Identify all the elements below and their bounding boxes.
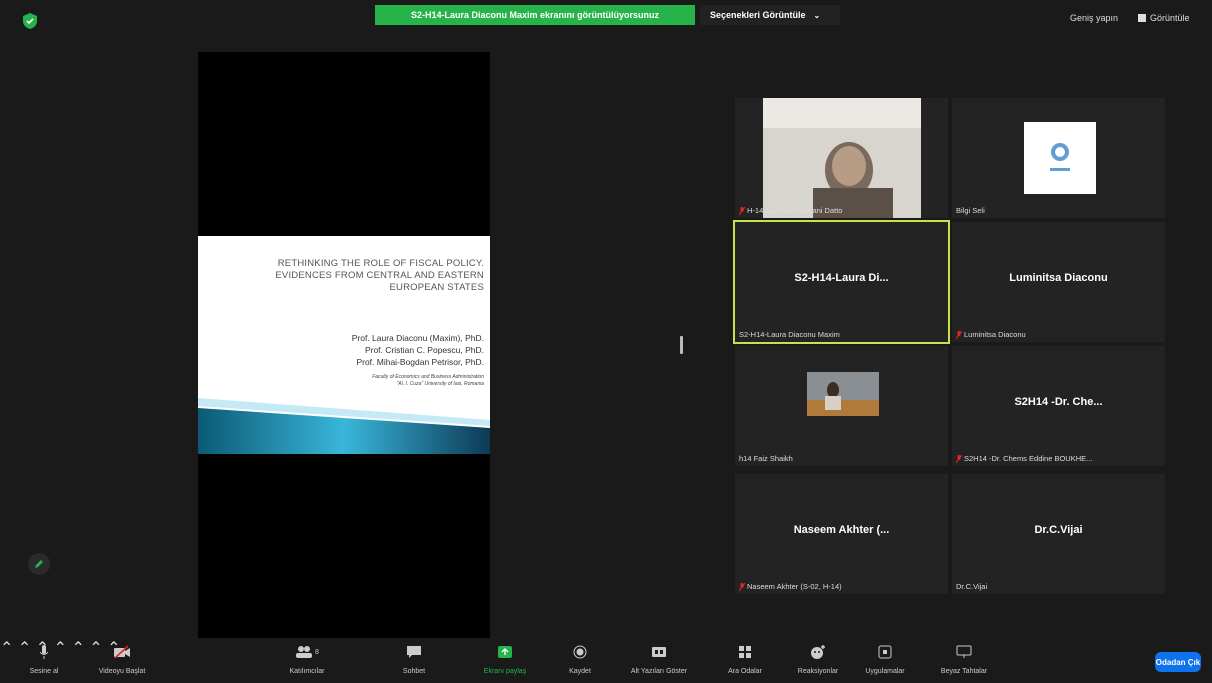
shared-screen: RETHINKING THE ROLE OF FISCAL POLICY. EV… <box>198 52 490 639</box>
chat-button[interactable]: Sohbet <box>394 642 434 675</box>
share-screen-icon <box>498 646 512 658</box>
participant-name: Luminitsa Diaconu <box>964 330 1026 339</box>
participant-video <box>763 98 921 218</box>
microphone-icon <box>39 645 49 659</box>
slide-author: Prof. Mihai-Bogdan Petrisor, PhD. <box>356 357 484 367</box>
video-off-icon <box>114 645 130 659</box>
participant-caption: H-14 Lia Frina Darsani Datto <box>739 206 842 215</box>
meeting-toolbar: Sesine al ⌃ Videoyu Başlat ⌃ 8 Katılımcı… <box>0 638 1212 683</box>
apps-label: Uygulamalar <box>865 668 905 675</box>
slide-title-line: EVIDENCES FROM CENTRAL AND EASTERN <box>275 270 484 281</box>
chat-icon <box>407 646 421 658</box>
presentation-slide: RETHINKING THE ROLE OF FISCAL POLICY. EV… <box>198 236 490 454</box>
shield-icon[interactable] <box>20 11 40 31</box>
participant-display-name: Naseem Akhter (... <box>793 524 890 536</box>
participant-caption: Naseem Akhter (S-02, H-14) <box>739 582 842 591</box>
chat-label: Sohbet <box>402 668 426 675</box>
slide-affiliation-line: Faculty of Economics and Business Admini… <box>372 374 484 380</box>
participant-display-name: S2-H14-Laura Di... <box>794 272 889 284</box>
participant-caption: S2-H14-Laura Diaconu Maxim <box>739 330 840 339</box>
view-options-label: Seçenekleri Görüntüle <box>710 10 806 20</box>
participant-name: Bilgi Seli <box>956 206 985 215</box>
leave-room-button[interactable]: Odadan Çık <box>1155 652 1201 672</box>
view-options-button[interactable]: Seçenekleri Görüntüle ⌄ <box>700 5 840 25</box>
participant-name: Naseem Akhter (S-02, H-14) <box>747 582 842 591</box>
slide-affiliation: Faculty of Economics and Business Admini… <box>372 374 484 388</box>
muted-mic-icon <box>739 582 745 591</box>
share-screen-button[interactable]: Ekranı paylaş <box>480 642 530 675</box>
view-button[interactable]: Görüntüle <box>1138 13 1190 23</box>
muted-mic-icon <box>739 206 745 215</box>
share-banner: S2-H14-Laura Diaconu Maxim ekranını görü… <box>375 5 695 25</box>
participant-tile[interactable]: Naseem Akhter (... Naseem Akhter (S-02, … <box>735 474 948 594</box>
captions-options-caret[interactable]: ⌃ <box>71 640 84 657</box>
participant-tile[interactable]: h14 Faiz Shaikh <box>735 346 948 466</box>
audio-button[interactable]: Sesine al <box>22 642 66 675</box>
apps-button[interactable]: Uygulamalar <box>860 642 910 675</box>
breakout-rooms-icon <box>739 646 751 658</box>
slide-title-line: EUROPEAN STATES <box>389 282 484 293</box>
captions-label: Alt Yazıları Göster <box>630 668 688 675</box>
record-button[interactable]: Kaydet <box>560 642 600 675</box>
participant-tile[interactable]: H-14 Lia Frina Darsani Datto <box>735 98 948 218</box>
apps-icon <box>878 645 892 659</box>
record-label: Kaydet <box>569 668 591 675</box>
participant-display-name: S2H14 -Dr. Che... <box>1014 396 1103 408</box>
start-video-button[interactable]: Videoyu Başlat <box>92 642 152 675</box>
participants-button[interactable]: 8 Katılımcılar <box>282 642 332 675</box>
muted-mic-icon <box>956 454 962 463</box>
chevron-down-icon: ⌄ <box>813 10 821 20</box>
slide-author: Prof. Laura Diaconu (Maxim), PhD. <box>351 333 484 343</box>
participant-tile[interactable]: Dr.C.Vijai Dr.C.Vijai <box>952 474 1165 594</box>
reactions-icon <box>811 645 825 659</box>
participant-name: H-14 Lia Frina Darsani Datto <box>747 206 843 215</box>
participant-name: S2-H14-Laura Diaconu Maxim <box>739 330 840 339</box>
participant-caption: S2H14 -Dr. Chems Eddine BOUKHE... <box>956 454 1092 463</box>
slide-affiliation-line: "Al. I. Cuza" University of Iasi, Romani… <box>396 381 484 387</box>
grid-view-icon <box>1138 14 1146 22</box>
reactions-label: Reaksiyonlar <box>797 668 839 675</box>
participant-caption: h14 Faiz Shaikh <box>739 454 793 463</box>
participant-caption: Bilgi Seli <box>956 206 985 215</box>
participant-tile[interactable]: S2H14 -Dr. Che... S2H14 -Dr. Chems Eddin… <box>952 346 1165 466</box>
participant-tile-active[interactable]: S2-H14-Laura Di... S2-H14-Laura Diaconu … <box>733 220 950 344</box>
participants-count: 8 <box>315 648 319 656</box>
participant-caption: Dr.C.Vijai <box>956 582 987 591</box>
slide-decorative-band <box>198 398 490 454</box>
view-label: Görüntüle <box>1150 13 1190 23</box>
participants-label: Katılımcılar <box>289 668 325 675</box>
audio-options-caret[interactable]: ⌃ <box>0 640 13 657</box>
muted-mic-icon <box>956 330 962 339</box>
participant-video <box>807 372 879 416</box>
closed-captions-icon <box>652 647 666 657</box>
exit-fullscreen-button[interactable]: Geniş yapın <box>1070 13 1118 23</box>
participant-name: h14 Faiz Shaikh <box>739 454 793 463</box>
participant-tile[interactable]: Luminitsa Diaconu Luminitsa Diaconu <box>952 222 1165 342</box>
record-icon <box>573 645 587 659</box>
participant-tile[interactable]: Bilgi Seli <box>952 98 1165 218</box>
audio-label: Sesine al <box>29 668 59 675</box>
participant-logo <box>1024 122 1096 194</box>
reactions-button[interactable]: Reaksiyonlar <box>788 642 848 675</box>
annotate-pencil-icon[interactable] <box>28 553 50 575</box>
slide-authors: Prof. Laura Diaconu (Maxim), PhD. Prof. … <box>352 332 484 368</box>
slide-title: RETHINKING THE ROLE OF FISCAL POLICY. EV… <box>206 258 484 294</box>
participants-icon <box>296 646 313 658</box>
whiteboards-button[interactable]: Beyaz Tahtalar <box>934 642 994 675</box>
breakout-rooms-button[interactable]: Ara Odalar <box>720 642 770 675</box>
slide-title-line: RETHINKING THE ROLE OF FISCAL POLICY. <box>277 258 484 269</box>
breakout-rooms-label: Ara Odalar <box>728 668 762 675</box>
whiteboards-label: Beyaz Tahtalar <box>940 668 988 675</box>
participant-display-name: Dr.C.Vijai <box>1034 524 1083 536</box>
participant-name: Dr.C.Vijai <box>956 582 988 591</box>
participant-name: S2H14 -Dr. Chems Eddine BOUKHE... <box>964 454 1093 463</box>
participant-display-name: Luminitsa Diaconu <box>1009 272 1108 284</box>
slide-author: Prof. Cristian C. Popescu, PhD. <box>364 345 484 355</box>
share-screen-label: Ekranı paylaş <box>483 668 527 675</box>
participant-caption: Luminitsa Diaconu <box>956 330 1026 339</box>
start-video-label: Videoyu Başlat <box>98 668 146 675</box>
splitter-handle[interactable] <box>680 336 683 354</box>
captions-button[interactable]: Alt Yazıları Göster <box>624 642 694 675</box>
whiteboard-icon <box>956 645 972 658</box>
